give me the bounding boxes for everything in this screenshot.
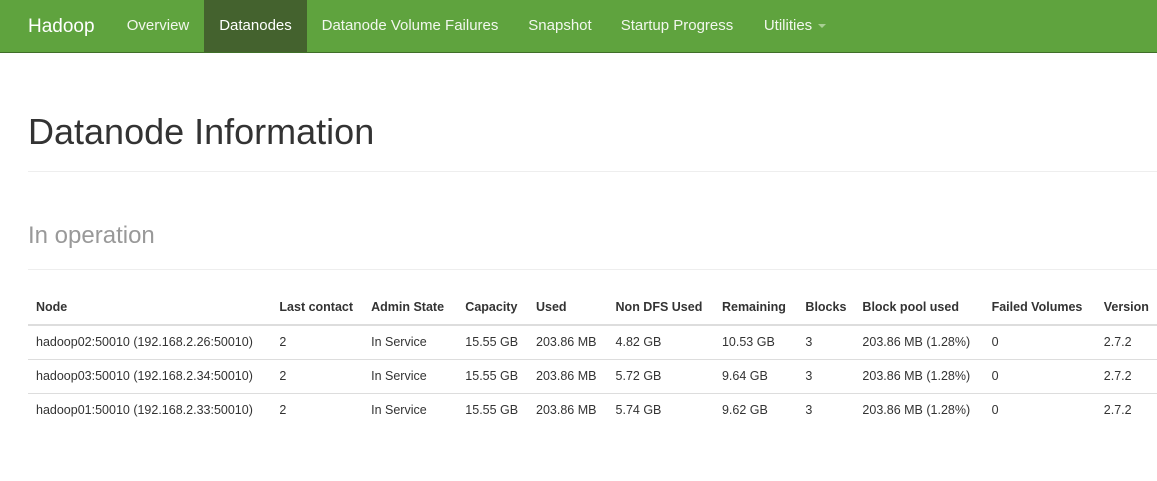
cell-used: 203.86 MB (536, 403, 597, 418)
top-navbar: Hadoop Overview Datanodes Datanode Volum… (0, 0, 1157, 53)
cell-blocks: 3 (797, 359, 855, 394)
cell-last-contact: 2 (279, 403, 287, 418)
cell-used: 203.86 MB (528, 359, 608, 394)
cell-capacity: 15.55 GB (465, 403, 519, 418)
cell-failed-volumes: 0 (983, 359, 1096, 394)
cell-version: 2.7.2 (1095, 325, 1157, 360)
col-used[interactable]: Used (528, 290, 608, 326)
col-remaining[interactable]: Remaining (713, 290, 798, 326)
page-title: Datanode Information (28, 111, 375, 152)
nav-datanodes[interactable]: Datanodes (204, 0, 307, 52)
cell-admin-state: In Service (371, 403, 427, 418)
table-header-row: Node Last contact Admin State Capacity U… (28, 290, 1157, 326)
cell-node: hadoop03:50010 (192.168.2.34:50010) (28, 359, 272, 394)
cell-used: 203.86 MB (528, 325, 608, 360)
cell-blocks: 3 (805, 403, 813, 418)
section-title-in-operation: In operation (28, 222, 155, 249)
caret-down-icon (818, 24, 827, 28)
col-node[interactable]: Node (28, 290, 272, 326)
cell-non-dfs-used: 5.74 GB (615, 403, 662, 418)
cell-blocks: 3 (797, 325, 855, 360)
cell-capacity: 15.55 GB (457, 325, 528, 360)
col-capacity[interactable]: Capacity (457, 290, 528, 326)
col-last-contact[interactable]: Last contact (271, 290, 364, 326)
cell-node: hadoop02:50010 (192.168.2.26:50010) (28, 325, 272, 360)
cell-failed-volumes: 0 (991, 403, 999, 418)
col-block-pool-used[interactable]: Block pool used (854, 290, 984, 326)
table-row: hadoop02:50010 (192.168.2.26:50010) 2 In… (28, 325, 1157, 360)
title-divider (28, 171, 1157, 172)
datanodes-table: Node Last contact Admin State Capacity U… (28, 290, 1157, 427)
nav-overview[interactable]: Overview (113, 0, 203, 52)
cell-last-contact: 2 (271, 359, 364, 394)
nav-utilities-label: Utilities (763, 17, 813, 34)
col-admin-state[interactable]: Admin State (363, 290, 458, 326)
cell-last-contact: 2 (271, 325, 364, 360)
cell-non-dfs-used: 5.72 GB (607, 359, 714, 394)
col-version[interactable]: Version (1095, 290, 1157, 326)
cell-capacity: 15.55 GB (457, 359, 528, 394)
nav-snapshot[interactable]: Snapshot (514, 0, 606, 52)
table-row: hadoop03:50010 (192.168.2.34:50010) 2 In… (28, 359, 1157, 394)
section-divider (28, 269, 1157, 270)
nav-startup-progress[interactable]: Startup Progress (606, 0, 748, 52)
cell-admin-state: In Service (363, 359, 458, 394)
cell-block-pool-used: 203.86 MB (1.28%) (854, 325, 984, 360)
cell-admin-state: In Service (363, 325, 458, 360)
cell-version: 2.7.2 (1095, 359, 1157, 394)
cell-block-pool-used: 203.86 MB (1.28%) (862, 403, 971, 418)
col-blocks[interactable]: Blocks (797, 290, 855, 326)
col-failed-volumes[interactable]: Failed Volumes (983, 290, 1096, 326)
cell-node: hadoop01:50010 (192.168.2.33:50010) (36, 403, 253, 418)
cell-block-pool-used: 203.86 MB (1.28%) (854, 359, 984, 394)
nav-utilities-dropdown[interactable]: Utilities (748, 0, 842, 52)
brand-link[interactable]: Hadoop (28, 16, 95, 38)
cell-version: 2.7.2 (1103, 403, 1132, 418)
cell-failed-volumes: 0 (983, 325, 1096, 360)
cell-remaining: 10.53 GB (713, 325, 798, 360)
nav-datanode-volume-failures[interactable]: Datanode Volume Failures (307, 0, 513, 52)
table-row: hadoop01:50010 (192.168.2.33:50010) 2 In… (28, 393, 1157, 427)
cell-non-dfs-used: 4.82 GB (607, 325, 714, 360)
cell-remaining: 9.64 GB (713, 359, 798, 394)
col-non-dfs-used[interactable]: Non DFS Used (607, 290, 714, 326)
cell-remaining: 9.62 GB (721, 403, 768, 418)
